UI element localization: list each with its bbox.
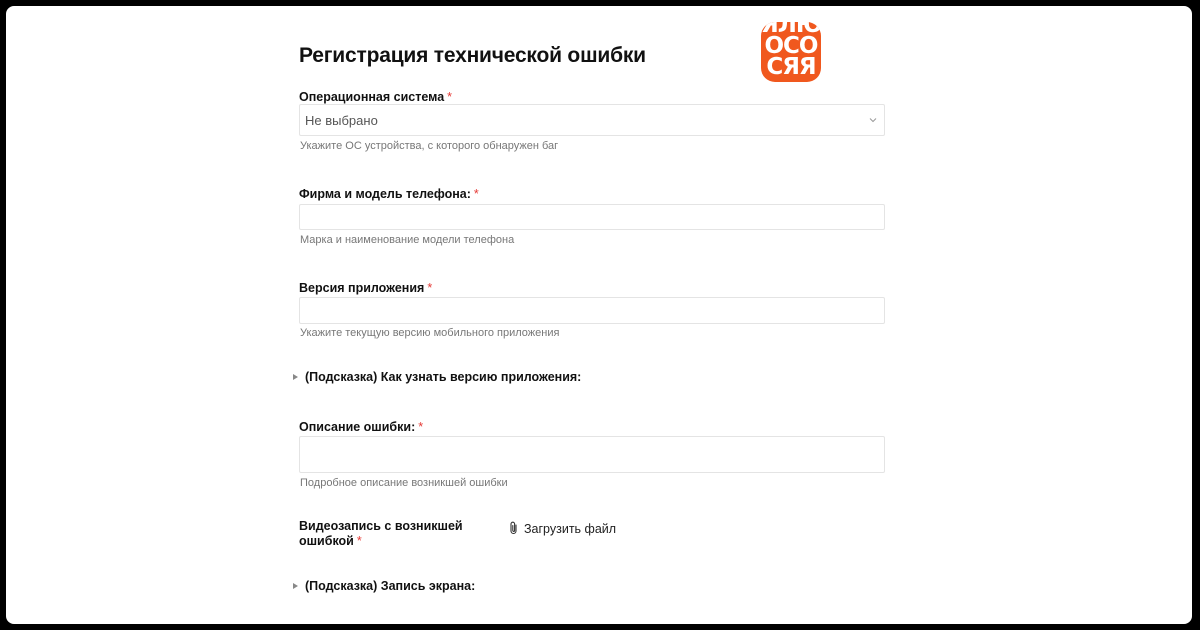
app-version-label: Версия приложения *	[299, 281, 432, 295]
required-mark: *	[427, 281, 433, 295]
app-version-label-text: Версия приложения	[299, 281, 425, 295]
caret-right-icon	[293, 374, 298, 380]
os-label-text: Операционная система	[299, 90, 445, 104]
os-select-value: Не выбрано	[305, 113, 378, 128]
version-tip-text: (Подсказка) Как узнать версию приложения…	[305, 370, 582, 384]
video-label-line-2: ошибкой	[299, 534, 354, 548]
app-version-hint: Укажите текущую версию мобильного прилож…	[300, 327, 560, 339]
page-title: Регистрация технической ошибки	[299, 44, 646, 67]
phone-model-hint: Марка и наименование модели телефона	[300, 234, 515, 246]
upload-file-label: Загрузить файл	[524, 522, 617, 536]
form-page: Регистрация технической ошибки ЯЛЮ ОСО С…	[6, 6, 1192, 624]
version-tip-toggle[interactable]: (Подсказка) Как узнать версию приложения…	[293, 370, 581, 384]
required-mark: *	[356, 534, 362, 548]
description-hint: Подробное описание возникшей ошибки	[300, 477, 508, 489]
video-label-line-1: Видеозапись с возникшей	[299, 519, 463, 533]
brand-logo: ЯЛЮ ОСО СЯЯ	[761, 22, 821, 82]
upload-file-button[interactable]: Загрузить файл	[509, 521, 616, 536]
phone-model-label: Фирма и модель телефона: *	[299, 187, 479, 201]
os-hint: Укажите ОС устройства, с которого обнару…	[300, 140, 559, 152]
phone-model-input[interactable]	[299, 204, 885, 230]
chevron-down-icon	[869, 118, 877, 123]
os-select[interactable]: Не выбрано	[299, 104, 885, 136]
required-mark: *	[447, 90, 453, 104]
required-mark: *	[418, 420, 424, 434]
video-label: Видеозапись с возникшей ошибкой *	[299, 519, 463, 549]
description-label-text: Описание ошибки:	[299, 420, 416, 434]
video-label-line-2-wrap: ошибкой *	[299, 534, 463, 549]
screen-tip-text: (Подсказка) Запись экрана:	[305, 579, 476, 593]
description-textarea[interactable]	[299, 436, 885, 473]
logo-line-3: СЯЯ	[766, 54, 816, 80]
paperclip-icon	[510, 521, 517, 535]
screen-tip-toggle[interactable]: (Подсказка) Запись экрана:	[293, 579, 475, 593]
description-label: Описание ошибки: *	[299, 420, 423, 434]
app-version-input[interactable]	[299, 297, 885, 324]
caret-right-icon	[293, 583, 298, 589]
required-mark: *	[473, 187, 479, 201]
os-label: Операционная система *	[299, 90, 452, 104]
phone-model-label-text: Фирма и модель телефона:	[299, 187, 471, 201]
